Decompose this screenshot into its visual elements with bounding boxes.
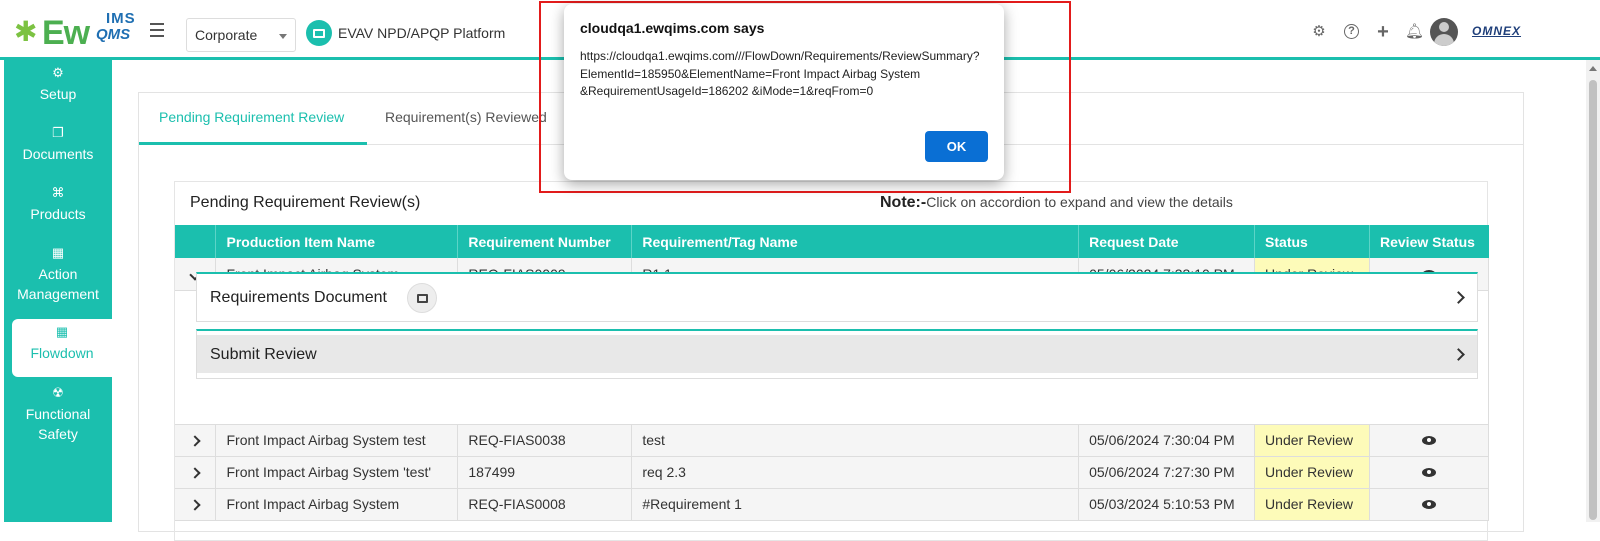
expanded-details: Requirements Document Submit Review bbox=[175, 258, 1489, 392]
table-row[interactable]: Front Impact Airbag System REQ-FIAS0008 … bbox=[175, 488, 1489, 521]
review-status-cell[interactable] bbox=[1369, 488, 1489, 521]
cell-tag: test bbox=[631, 424, 1080, 457]
eye-icon[interactable] bbox=[1422, 500, 1436, 509]
menu-icon[interactable] bbox=[150, 23, 164, 37]
chevron-right-icon bbox=[189, 499, 201, 511]
sidebar-item-label: Flowdown bbox=[30, 345, 94, 361]
accordion-header-bg bbox=[197, 335, 1477, 373]
ewqims-logo[interactable]: ✱ Ew IMS QMS bbox=[14, 10, 136, 52]
page-scrollbar[interactable] bbox=[1586, 60, 1600, 522]
cell-date: 05/06/2024 7:27:30 PM bbox=[1078, 456, 1256, 489]
caret-down-icon bbox=[279, 34, 287, 39]
bell-icon[interactable]: 🔔︎ bbox=[1405, 24, 1424, 40]
expand-col-header bbox=[175, 225, 217, 258]
col-header: Request Date bbox=[1078, 225, 1256, 258]
logo-star-icon: ✱ bbox=[14, 16, 38, 47]
scroll-up-icon[interactable] bbox=[1589, 66, 1597, 71]
cell-item: Front Impact Airbag System bbox=[215, 488, 459, 521]
table-header-row: Production Item Name Requirement Number … bbox=[175, 225, 1489, 258]
cell-req-number: REQ-FIAS0038 bbox=[457, 424, 633, 457]
action-icon: ▦ bbox=[51, 245, 65, 260]
sidebar-item-label: Action Management bbox=[17, 266, 99, 302]
table-row[interactable]: Front Impact Airbag System 'test' 187499… bbox=[175, 456, 1489, 489]
status-badge: Under Review bbox=[1254, 424, 1370, 457]
col-header: Review Status bbox=[1369, 225, 1489, 258]
cell-date: 05/06/2024 7:30:04 PM bbox=[1078, 424, 1256, 457]
logo-ims: IMS bbox=[106, 10, 136, 27]
status-badge: Under Review bbox=[1254, 488, 1370, 521]
sidebar-item-action-management[interactable]: ▦ Action Management bbox=[4, 246, 112, 304]
col-header: Production Item Name bbox=[215, 225, 459, 258]
cell-req-number: 187499 bbox=[457, 456, 633, 489]
note-label: Note:- bbox=[880, 194, 927, 211]
expand-toggle[interactable] bbox=[175, 488, 217, 521]
sidebar: ⚙ Setup ❐ Documents ⌘ Products ▦ Action … bbox=[4, 60, 112, 522]
sidebar-item-label: Documents bbox=[22, 146, 94, 162]
tab-pending-review[interactable]: Pending Requirement Review bbox=[159, 109, 344, 125]
sidebar-item-label: Setup bbox=[39, 86, 77, 102]
eye-icon[interactable] bbox=[1422, 436, 1436, 445]
sidebar-item-functional-safety[interactable]: ☢ Functional Safety bbox=[4, 386, 112, 444]
alert-dialog: cloudqa1.ewqims.com says https://cloudqa… bbox=[564, 4, 1004, 180]
chevron-right-icon bbox=[189, 467, 201, 479]
cell-tag: req 2.3 bbox=[631, 456, 1080, 489]
plus-icon[interactable]: + bbox=[1375, 22, 1391, 42]
logo-qms: QMS bbox=[96, 26, 131, 43]
monitor-icon bbox=[306, 20, 332, 46]
note-text: Click on accordion to expand and view th… bbox=[926, 194, 1233, 210]
expand-toggle[interactable] bbox=[175, 424, 217, 457]
sidebar-item-label: Functional Safety bbox=[25, 406, 91, 442]
gear-icon[interactable]: ⚙ bbox=[1311, 24, 1327, 40]
top-icons: ⚙ ? + 🔔︎ OMNEX bbox=[1300, 16, 1600, 46]
col-header: Requirement/Tag Name bbox=[631, 225, 1080, 258]
scroll-thumb[interactable] bbox=[1589, 80, 1597, 520]
tab-reviewed[interactable]: Requirement(s) Reviewed bbox=[385, 109, 547, 125]
panel-title: Pending Requirement Review(s) bbox=[190, 194, 421, 211]
review-status-cell[interactable] bbox=[1369, 456, 1489, 489]
cell-item: Front Impact Airbag System 'test' bbox=[215, 456, 459, 489]
document-icon[interactable] bbox=[407, 283, 437, 313]
setup-icon: ⚙ bbox=[52, 65, 64, 80]
sidebar-item-products[interactable]: ⌘ Products bbox=[4, 186, 112, 224]
status-badge: Under Review bbox=[1254, 456, 1370, 489]
documents-icon: ❐ bbox=[52, 125, 64, 140]
org-select-value: Corporate bbox=[195, 27, 258, 43]
eye-icon[interactable] bbox=[1422, 468, 1436, 477]
chevron-right-icon bbox=[1452, 291, 1465, 304]
sidebar-item-documents[interactable]: ❐ Documents bbox=[4, 126, 112, 164]
chevron-right-icon bbox=[189, 435, 201, 447]
sidebar-item-flowdown[interactable]: ▦ Flowdown bbox=[12, 319, 112, 377]
sidebar-item-label: Products bbox=[30, 206, 86, 222]
ok-button[interactable]: OK bbox=[925, 131, 988, 162]
cell-item: Front Impact Airbag System test bbox=[215, 424, 459, 457]
cell-date: 05/03/2024 5:10:53 PM bbox=[1078, 488, 1256, 521]
accordion-submit-review[interactable]: Submit Review bbox=[196, 329, 1478, 379]
sidebar-item-setup[interactable]: ⚙ Setup bbox=[4, 66, 112, 104]
flowdown-icon: ▦ bbox=[55, 324, 69, 339]
logo-text: Ew bbox=[42, 14, 90, 52]
panel-note: Note:-Click on accordion to expand and v… bbox=[880, 194, 1233, 212]
products-icon: ⌘ bbox=[51, 185, 65, 200]
col-header: Status bbox=[1254, 225, 1370, 258]
accordion-requirements-document[interactable]: Requirements Document bbox=[196, 272, 1478, 322]
safety-icon: ☢ bbox=[52, 385, 64, 400]
avatar[interactable] bbox=[1430, 18, 1458, 46]
accordion-title: Submit Review bbox=[210, 346, 317, 363]
review-status-cell[interactable] bbox=[1369, 424, 1489, 457]
platform-label: EVAV NPD/APQP Platform bbox=[338, 25, 506, 41]
table-row[interactable]: Front Impact Airbag System test REQ-FIAS… bbox=[175, 424, 1489, 457]
cell-req-number: REQ-FIAS0008 bbox=[457, 488, 633, 521]
cell-tag: #Requirement 1 bbox=[631, 488, 1080, 521]
tab-active-indicator bbox=[139, 142, 367, 145]
pending-review-panel: Pending Requirement Review(s) Note:-Clic… bbox=[174, 181, 1489, 541]
dialog-title: cloudqa1.ewqims.com says bbox=[580, 20, 765, 36]
col-header: Requirement Number bbox=[457, 225, 633, 258]
accordion-title: Requirements Document bbox=[210, 289, 387, 306]
org-select[interactable]: Corporate bbox=[186, 18, 296, 52]
dialog-message: https://cloudqa1.ewqims.com///FlowDown/R… bbox=[580, 49, 980, 98]
help-icon[interactable]: ? bbox=[1344, 24, 1359, 39]
platform-switch[interactable]: EVAV NPD/APQP Platform bbox=[306, 20, 505, 46]
brand-logo: OMNEX bbox=[1472, 24, 1522, 38]
expand-toggle[interactable] bbox=[175, 456, 217, 489]
